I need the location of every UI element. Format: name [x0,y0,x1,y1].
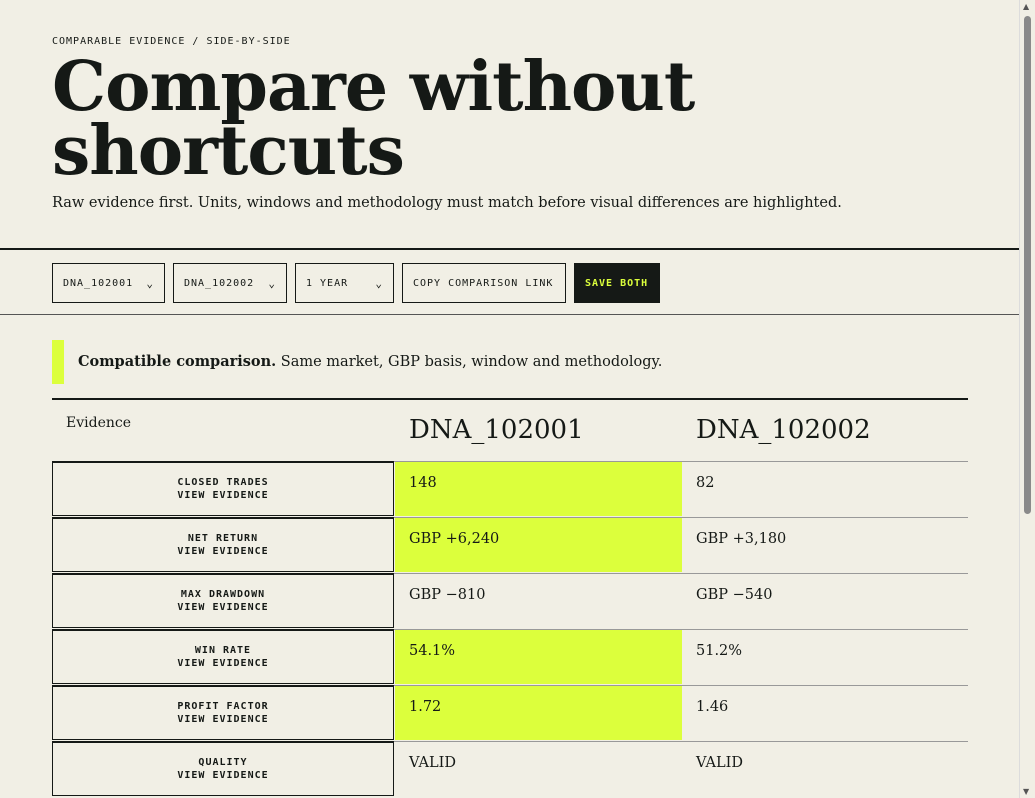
vertical-scrollbar[interactable]: ▲ ▼ [1019,0,1035,798]
strategy-a-value: DNA_102001 [63,277,134,289]
view-evidence-link[interactable]: VIEW EVIDENCE [177,657,268,670]
table-row: NET RETURN VIEW EVIDENCE GBP +6,240 GBP +3,… [52,517,968,573]
value-b-cell: 82 [696,475,715,491]
metric-label: QUALITY [198,757,248,768]
strategy-b-value: DNA_102002 [184,277,255,289]
copy-link-button[interactable]: COPY COMPARISON LINK [402,263,566,303]
value-a-cell: GBP −810 [409,587,486,603]
value-a-cell: 1.72 [395,686,682,740]
table-row: MAX DRAWDOWN VIEW EVIDENCE GBP −810 GBP −54… [52,573,968,629]
metric-label: MAX DRAWDOWN [180,589,266,600]
value-a-cell: VALID [409,755,456,771]
value-b-cell: 51.2% [696,643,743,659]
strategy-a-select[interactable]: DNA_102001 ⌄ [52,263,165,303]
table-row: PROFIT FACTOR VIEW EVIDENCE 1.72 1.46 [52,685,968,741]
notice-text: Compatible comparison. Same market, GBP … [78,353,662,370]
page: COMPARABLE EVIDENCE / SIDE-BY-SIDE Compa… [0,0,1020,798]
compatibility-notice: Compatible comparison. Same market, GBP … [52,340,752,384]
comparison-toolbar: DNA_102001 ⌄ DNA_102002 ⌄ 1 YEAR ⌄ COPY … [52,263,660,303]
metric-label: CLOSED TRADES [177,477,269,488]
view-evidence-link[interactable]: VIEW EVIDENCE [177,713,268,726]
comparison-table: Evidence DNA_102001 DNA_102002 CLOSED TR… [52,398,968,797]
table-row: CLOSED TRADES VIEW EVIDENCE 148 82 [52,461,968,517]
table-row: QUALITY VIEW EVIDENCE VALID VALID [52,741,968,797]
metric-label-cell: MAX DRAWDOWN VIEW EVIDENCE [52,573,394,628]
notice-accent-bar [52,340,64,384]
column-a-header: DNA_102001 [409,415,584,445]
scroll-down-arrow-icon[interactable]: ▼ [1023,787,1029,796]
metric-label-cell: QUALITY VIEW EVIDENCE [52,741,394,796]
value-b-cell: GBP −540 [696,587,773,603]
chevron-down-icon: ⌄ [375,276,383,290]
divider-heavy [0,248,1020,250]
page-title: Compare without shortcuts [52,47,695,191]
chevron-down-icon: ⌄ [268,276,276,290]
table-header: Evidence DNA_102001 DNA_102002 [52,398,968,461]
value-a-cell: GBP +6,240 [395,518,682,572]
metric-label-cell: CLOSED TRADES VIEW EVIDENCE [52,461,394,516]
divider-light [0,314,1020,315]
metric-label: PROFIT FACTOR [177,701,269,712]
metric-label-cell: WIN RATE VIEW EVIDENCE [52,629,394,684]
metric-label-cell: NET RETURN VIEW EVIDENCE [52,517,394,572]
chevron-down-icon: ⌄ [146,276,154,290]
column-b-header: DNA_102002 [696,415,871,445]
breadcrumb-kicker: COMPARABLE EVIDENCE / SIDE-BY-SIDE [52,36,291,47]
value-b-cell: 1.46 [696,699,729,715]
value-b-cell: VALID [696,755,743,771]
metric-label: WIN RATE [194,645,252,656]
save-both-button[interactable]: SAVE BOTH [574,263,660,303]
scrollbar-thumb[interactable] [1024,16,1031,514]
window-value: 1 YEAR [306,277,349,289]
view-evidence-link[interactable]: VIEW EVIDENCE [177,769,268,782]
notice-strong: Compatible comparison. [78,353,277,370]
page-lede: Raw evidence first. Units, windows and m… [52,195,842,211]
view-evidence-link[interactable]: VIEW EVIDENCE [177,601,268,614]
value-b-cell: GBP +3,180 [696,531,787,547]
view-evidence-link[interactable]: VIEW EVIDENCE [177,489,268,502]
metric-label: NET RETURN [187,533,259,544]
window-select[interactable]: 1 YEAR ⌄ [295,263,394,303]
table-body: CLOSED TRADES VIEW EVIDENCE 148 82 NET RETUR… [52,461,968,797]
value-a-cell: 148 [395,462,682,516]
value-a-cell: 54.1% [395,630,682,684]
evidence-header: Evidence [66,415,131,431]
scroll-up-arrow-icon[interactable]: ▲ [1023,2,1029,11]
notice-detail: Same market, GBP basis, window and metho… [276,354,663,370]
strategy-b-select[interactable]: DNA_102002 ⌄ [173,263,287,303]
table-row: WIN RATE VIEW EVIDENCE 54.1% 51.2% [52,629,968,685]
view-evidence-link[interactable]: VIEW EVIDENCE [177,545,268,558]
metric-label-cell: PROFIT FACTOR VIEW EVIDENCE [52,685,394,740]
